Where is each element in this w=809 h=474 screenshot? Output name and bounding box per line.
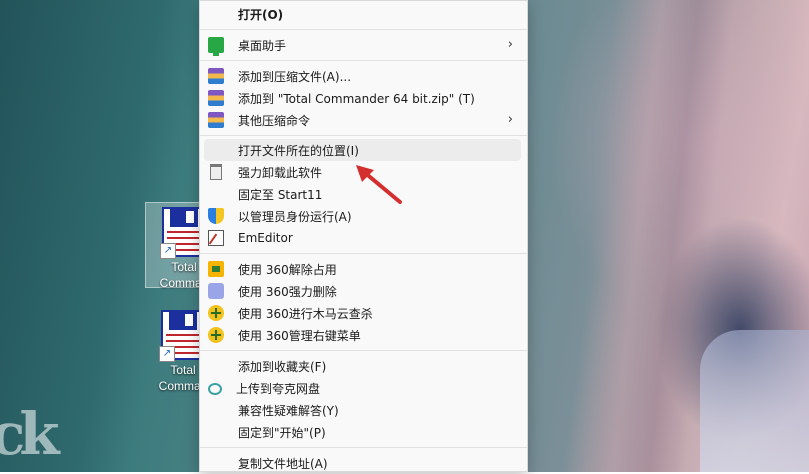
menu-item-compat-troubleshoot[interactable]: 兼容性疑难解答(Y) [204,399,521,421]
menu-item-run-as-admin[interactable]: 以管理员身份运行(A) [204,205,521,227]
menu-item-360-scan[interactable]: 使用 360进行木马云查杀 [204,302,521,324]
menu-item-desktop-assistant[interactable]: 桌面助手 › [204,34,521,56]
menu-item-360-menu-manager[interactable]: 使用 360管理右键菜单 [204,324,521,346]
quark-cloud-icon [208,383,222,395]
360-scan-icon [208,305,224,321]
chevron-right-icon: › [507,112,513,127]
menu-item-label: 兼容性疑难解答(Y) [238,403,339,418]
blank-icon [208,6,224,22]
wallpaper-dress-detail [700,330,809,472]
menu-item-label: EmEditor [238,231,293,245]
blank-icon [208,402,224,418]
360-unlock-icon [208,261,224,277]
winrar-icon [208,90,224,106]
menu-item-label: 其他压缩命令 [238,113,311,128]
menu-separator [200,447,527,448]
shortcut-arrow-icon: ↗ [160,243,176,259]
menu-item-label: 固定到"开始"(P) [238,425,326,440]
menu-item-360-shred[interactable]: 使用 360强力删除 [204,280,521,302]
menu-item-label: 打开文件所在的位置(I) [238,143,359,158]
menu-separator [200,350,527,351]
menu-item-label: 使用 360管理右键菜单 [238,328,361,343]
winrar-icon [208,68,224,84]
wallpaper-watermark: ck [0,400,60,468]
menu-item-other-compression[interactable]: 其他压缩命令 › [204,109,521,131]
menu-separator [200,29,527,30]
monitor-icon [208,37,224,56]
winrar-icon [208,112,224,128]
menu-item-label: 添加到 "Total Commander 64 bit.zip" (T) [238,91,475,106]
360-shred-icon [208,283,224,299]
menu-item-360-unlock[interactable]: 使用 360解除占用 [204,258,521,280]
menu-item-copy-path[interactable]: 复制文件地址(A) [204,452,521,474]
menu-item-upload-quark[interactable]: 上传到夸克网盘 [204,377,521,399]
menu-item-label: 强力卸载此软件 [238,165,323,180]
menu-item-pin-start[interactable]: 固定到"开始"(P) [204,421,521,443]
emeditor-icon [208,230,224,246]
menu-separator [200,60,527,61]
shortcut-arrow-icon: ↗ [159,346,175,362]
context-menu: 打开(O) 桌面助手 › 添加到压缩文件(A)... 添加到 "Total Co… [199,0,528,472]
menu-item-label: 桌面助手 [238,38,287,53]
menu-item-label: 复制文件地址(A) [238,456,328,471]
trash-icon [210,164,222,180]
menu-item-label: 使用 360进行木马云查杀 [238,306,373,321]
menu-item-label: 添加到压缩文件(A)... [238,69,352,84]
menu-item-label: 使用 360强力删除 [238,284,337,299]
menu-item-label: 使用 360解除占用 [238,262,337,277]
menu-item-open-file-location[interactable]: 打开文件所在的位置(I) [204,139,521,161]
menu-separator [200,135,527,136]
menu-item-add-favorites[interactable]: 添加到收藏夹(F) [204,355,521,377]
uac-shield-icon [208,208,224,224]
menu-item-add-to-zip[interactable]: 添加到 "Total Commander 64 bit.zip" (T) [204,87,521,109]
menu-item-label: 固定至 Start11 [238,187,323,202]
blank-icon [208,142,224,158]
blank-icon [208,186,224,202]
chevron-right-icon: › [507,37,513,52]
menu-item-label: 以管理员身份运行(A) [238,209,352,224]
menu-item-label: 打开(O) [238,7,284,22]
360-menu-icon [208,327,224,343]
menu-item-label: 上传到夸克网盘 [236,381,321,396]
menu-item-open[interactable]: 打开(O) [204,3,521,25]
blank-icon [208,358,224,374]
red-annotation-arrow-icon [356,165,402,204]
menu-item-emeditor[interactable]: EmEditor [204,227,521,249]
menu-item-label: 添加到收藏夹(F) [238,359,327,374]
blank-icon [208,424,224,440]
menu-item-add-to-archive[interactable]: 添加到压缩文件(A)... [204,65,521,87]
blank-icon [208,455,224,471]
menu-separator [200,253,527,254]
